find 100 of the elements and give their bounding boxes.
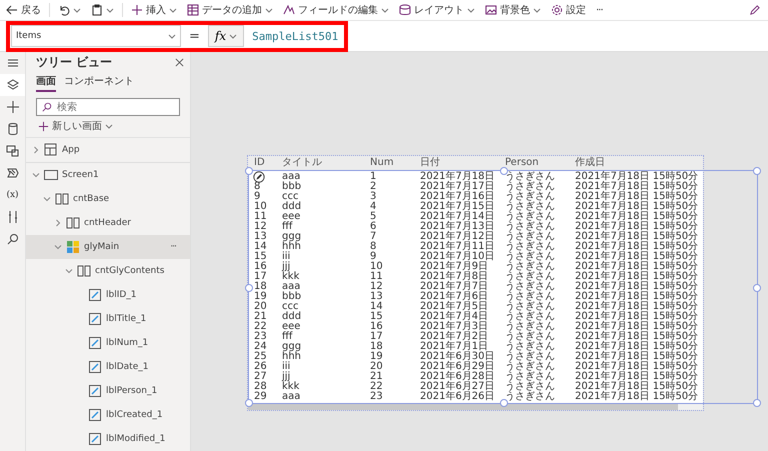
gallery-text: 27	[254, 371, 267, 382]
gallery-text: 2021年7月18日 15時50分	[575, 381, 698, 392]
gallery-text: 2021年6月30日	[420, 351, 495, 362]
gallery-text: 4	[370, 201, 376, 212]
tree-item[interactable]: Screen1	[26, 163, 190, 187]
rail-button[interactable]	[0, 74, 25, 96]
media-icon[interactable]	[6, 144, 20, 158]
pencil-icon[interactable]	[749, 4, 760, 16]
layers-icon[interactable]	[6, 78, 20, 92]
gallery-text: 2021年7月17日	[420, 181, 495, 192]
gallery-text: 22	[254, 321, 267, 332]
container-icon	[55, 192, 69, 206]
column-header: Num	[369, 158, 395, 168]
gallery-text: 2021年7月18日 15時50分	[575, 231, 698, 242]
gallery-text: 12	[370, 281, 383, 292]
gallery-text: 2021年7月16日	[420, 191, 495, 202]
gallery-text: 19	[254, 291, 267, 302]
gallery-text: bbb	[282, 291, 302, 302]
gallery-text: 29	[254, 391, 267, 402]
tree-item[interactable]: lblCreated_1	[26, 403, 190, 427]
gallery-text: aaa	[282, 391, 300, 402]
toolbar-button[interactable]: 挿入	[129, 1, 179, 19]
gallery-text: 2021年7月18日 15時50分	[575, 311, 698, 322]
gallery-text: 17	[254, 271, 267, 282]
toolbar-button[interactable]: レイアウト	[397, 1, 477, 19]
tree-item[interactable]: lblNum_1	[26, 331, 190, 355]
scrollbar[interactable]	[248, 404, 703, 410]
tree-item[interactable]: lblPerson_1	[26, 379, 190, 403]
label-edit-icon	[88, 288, 102, 302]
gallery-text: 24	[254, 341, 267, 352]
gallery-text: 11	[370, 271, 383, 282]
gallery-text: 15	[254, 251, 267, 262]
tree-item[interactable]: glyMain ···	[26, 235, 190, 259]
formula-field[interactable]: SampleList501	[252, 30, 338, 42]
toolbar-button[interactable]: 設定	[549, 1, 588, 19]
toolbar-button[interactable]: ···	[594, 1, 605, 19]
gallery-text: 2021年7月18日 15時50分	[575, 271, 698, 282]
plus-icon[interactable]	[6, 100, 20, 114]
new-screen-button[interactable]: 新しい画面	[26, 116, 125, 137]
gallery-text: bbb	[282, 181, 302, 192]
rail-button[interactable]: (x)	[0, 184, 25, 206]
tab[interactable]: コンポーネント	[64, 74, 134, 92]
caret-icon	[229, 34, 238, 38]
gallery-text: うさぎさん	[505, 341, 555, 352]
tree-item[interactable]: lblID_1	[26, 283, 190, 307]
gallery-text: 2021年7月18日 15時50分	[575, 241, 698, 252]
property-dropdown[interactable]: Items	[11, 25, 181, 47]
tree-item[interactable]: lblModified_1	[26, 427, 190, 451]
gallery-text: 2021年7月18日 15時50分	[575, 351, 698, 362]
gallery-text: 2021年7月11日	[420, 241, 495, 252]
gallery-text: うさぎさん	[505, 271, 555, 282]
gallery-text: 10	[254, 201, 267, 212]
gallery-text: 18	[254, 281, 267, 292]
search-icon[interactable]	[6, 232, 20, 246]
gallery-text: うさぎさん	[505, 381, 555, 392]
gallery-text: うさぎさん	[505, 211, 555, 222]
cylinder-icon[interactable]	[6, 122, 20, 136]
tree-item[interactable]: cntGlyContents	[26, 259, 190, 283]
gallery-text: ddd	[282, 201, 302, 212]
gallery-text: 2021年7月18日 15時50分	[575, 221, 698, 232]
toolbar-button[interactable]: フィールドの編集	[281, 1, 391, 19]
gallery-text: 2021年7月18日 15時50分	[575, 361, 698, 372]
gallery-text: 2021年7月4日	[420, 311, 488, 322]
chevron-down-icon	[43, 195, 51, 203]
app-icon	[44, 143, 58, 157]
gallery-text: うさぎさん	[505, 371, 555, 382]
tree-item[interactable]: cntHeader	[26, 211, 190, 235]
close-icon[interactable]	[175, 58, 184, 67]
search-field[interactable]: 検索	[36, 98, 180, 116]
toolbar-button[interactable]: 戻る	[4, 1, 43, 19]
column-header: ID	[253, 158, 266, 168]
gallery-text: 2021年7月18日 15時50分	[575, 251, 698, 262]
chevron-right-icon	[32, 146, 40, 154]
selection-frame[interactable]	[248, 170, 758, 404]
tree-item[interactable]: App	[26, 138, 190, 162]
column-header: 作成日	[574, 158, 606, 168]
gallery-text: ddd	[282, 311, 302, 322]
back-arrow-icon	[6, 4, 18, 16]
tree-item[interactable]: lblTitle_1	[26, 307, 190, 331]
gallery-text: 2021年7月14日	[420, 211, 495, 222]
gallery-text: 18	[370, 341, 383, 352]
gallery-text: 9	[370, 251, 376, 262]
tree-item[interactable]: lblDate_1	[26, 355, 190, 379]
column-header: Person	[504, 158, 540, 168]
edit-icon[interactable]	[253, 171, 265, 183]
function-button[interactable]: fx	[208, 25, 244, 47]
caret-icon	[169, 8, 177, 12]
search-icon	[42, 102, 52, 112]
gallery-text: 14	[370, 301, 383, 312]
panel-title: ツリー ビュー	[36, 54, 112, 71]
tree-item[interactable]: cntBase	[26, 187, 190, 211]
tab[interactable]: 画面	[36, 74, 56, 92]
more-button[interactable]: ···	[170, 242, 176, 252]
toolbar-button[interactable]: 背景色	[483, 1, 543, 19]
gallery-text: 2021年7月18日 15時50分	[575, 261, 698, 272]
gallery-text: eee	[282, 211, 300, 222]
gallery-text: 2021年7月12日	[420, 231, 495, 242]
stripes-icon[interactable]	[6, 166, 20, 180]
gallery-text: 2021年7月18日 15時50分	[575, 191, 698, 202]
toolbar-button[interactable]: データの追加	[185, 1, 275, 19]
